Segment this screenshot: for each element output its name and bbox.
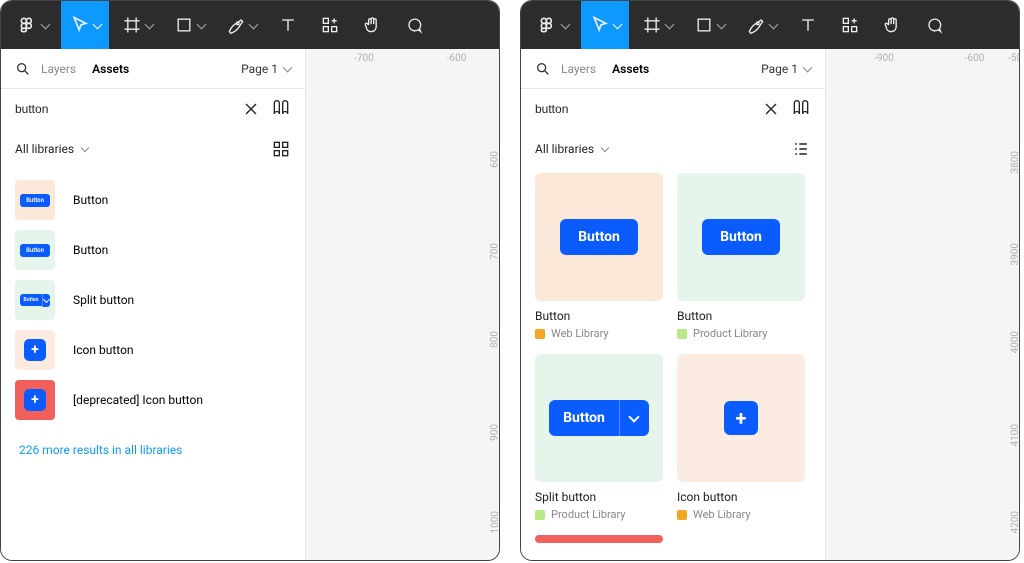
move-tool-button[interactable] <box>61 1 109 49</box>
asset-name: Split button <box>535 490 663 504</box>
move-tool-button[interactable] <box>581 1 629 49</box>
shape-tool-button[interactable] <box>685 1 733 49</box>
asset-name: Icon button <box>677 490 805 504</box>
more-results-link[interactable]: 226 more results in all libraries <box>1 431 305 469</box>
asset-card[interactable]: + Icon button Web Library <box>677 354 805 521</box>
asset-thumbnail: Button <box>15 280 55 320</box>
search-icon[interactable] <box>535 61 551 77</box>
asset-card[interactable]: Button Button Product Library <box>677 173 805 340</box>
page-label: Page 1 <box>241 62 278 76</box>
tab-layers[interactable]: Layers <box>41 62 76 76</box>
library-filter[interactable]: All libraries <box>15 142 88 156</box>
resources-button[interactable] <box>311 1 349 49</box>
tab-layers[interactable]: Layers <box>561 62 596 76</box>
page-label: Page 1 <box>761 62 798 76</box>
chevron-down-icon <box>81 144 89 152</box>
asset-name: Button <box>73 193 108 207</box>
text-tool-button[interactable] <box>789 1 827 49</box>
list-item[interactable]: Button Button <box>1 225 305 275</box>
asset-search-input[interactable] <box>535 102 751 116</box>
list-view-toggle-icon[interactable] <box>791 139 811 159</box>
asset-preview: Button <box>535 354 663 482</box>
tab-assets[interactable]: Assets <box>612 62 649 76</box>
chevron-down-icon <box>803 62 813 72</box>
resources-button[interactable] <box>831 1 869 49</box>
canvas[interactable]: -900-600-50 3800390040004100420043004400 <box>826 49 1019 560</box>
asset-preview: + <box>677 354 805 482</box>
clear-search-icon[interactable] <box>241 99 261 119</box>
asset-library: Product Library <box>677 327 805 340</box>
asset-search-input[interactable] <box>15 102 231 116</box>
hand-tool-button[interactable] <box>873 1 911 49</box>
asset-name: Split button <box>73 293 134 307</box>
asset-name: Icon button <box>73 343 134 357</box>
vertical-ruler: 3800390040004100420043004400 <box>989 73 1019 560</box>
asset-name: [deprecated] Icon button <box>73 393 203 407</box>
asset-library: Product Library <box>535 508 663 521</box>
asset-name: Button <box>677 309 805 323</box>
page-selector[interactable]: Page 1 <box>761 62 811 76</box>
hand-tool-button[interactable] <box>353 1 391 49</box>
main-toolbar <box>521 1 1019 49</box>
asset-preview <box>535 535 663 543</box>
text-tool-button[interactable] <box>269 1 307 49</box>
list-item[interactable]: Button Split button <box>1 275 305 325</box>
library-filter-label: All libraries <box>15 142 74 156</box>
asset-preview: Button <box>677 173 805 301</box>
library-icon[interactable] <box>271 99 291 119</box>
figma-menu-button[interactable] <box>9 1 57 49</box>
tab-assets[interactable]: Assets <box>92 62 129 76</box>
asset-card[interactable] <box>535 535 663 543</box>
asset-card[interactable]: Button Split button Product Library <box>535 354 663 521</box>
library-filter[interactable]: All libraries <box>535 142 608 156</box>
asset-preview: Button <box>535 173 663 301</box>
frame-tool-button[interactable] <box>633 1 681 49</box>
asset-thumbnail: Button <box>15 230 55 270</box>
asset-library: Web Library <box>677 508 805 521</box>
search-icon[interactable] <box>15 61 31 77</box>
asset-name: Button <box>535 309 663 323</box>
asset-thumbnail: + <box>15 380 55 420</box>
shape-tool-button[interactable] <box>165 1 213 49</box>
asset-thumbnail: + <box>15 330 55 370</box>
asset-grid: Button Button Web Library Button Button … <box>521 169 825 557</box>
chevron-down-icon <box>601 144 609 152</box>
page-selector[interactable]: Page 1 <box>241 62 291 76</box>
list-item[interactable]: + [deprecated] Icon button <box>1 375 305 425</box>
pen-tool-button[interactable] <box>217 1 265 49</box>
left-panel: Layers Assets Page 1 All libraries <box>1 49 306 560</box>
frame-tool-button[interactable] <box>113 1 161 49</box>
left-panel: Layers Assets Page 1 All libraries <box>521 49 826 560</box>
list-item[interactable]: Button Button <box>1 175 305 225</box>
library-filter-label: All libraries <box>535 142 594 156</box>
main-toolbar <box>1 1 499 49</box>
canvas[interactable]: -700-600 600700800900100011001200 <box>306 49 499 560</box>
asset-thumbnail: Button <box>15 180 55 220</box>
asset-library: Web Library <box>535 327 663 340</box>
figma-menu-button[interactable] <box>529 1 577 49</box>
grid-view-toggle-icon[interactable] <box>271 139 291 159</box>
asset-list: Button Button Button Button Button Split… <box>1 169 305 431</box>
comment-tool-button[interactable] <box>915 1 953 49</box>
library-icon[interactable] <box>791 99 811 119</box>
list-item[interactable]: + Icon button <box>1 325 305 375</box>
horizontal-ruler: -900-600-50 <box>826 49 1019 73</box>
asset-name: Button <box>73 243 108 257</box>
chevron-down-icon <box>283 62 293 72</box>
asset-card[interactable]: Button Button Web Library <box>535 173 663 340</box>
clear-search-icon[interactable] <box>761 99 781 119</box>
comment-tool-button[interactable] <box>395 1 433 49</box>
vertical-ruler: 600700800900100011001200 <box>469 73 499 560</box>
horizontal-ruler: -700-600 <box>306 49 499 73</box>
pen-tool-button[interactable] <box>737 1 785 49</box>
